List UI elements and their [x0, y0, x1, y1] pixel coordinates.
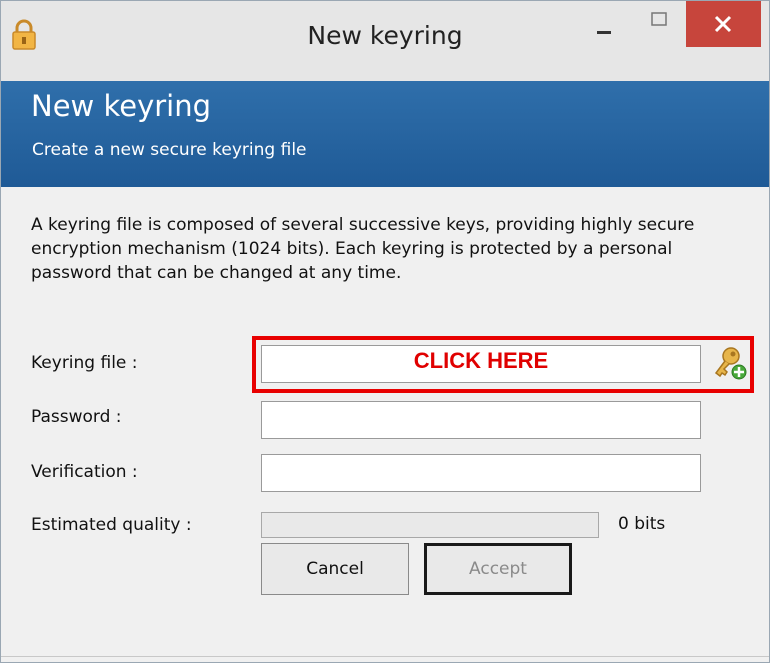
banner-subtitle: Create a new secure keyring file: [32, 140, 307, 160]
close-button[interactable]: [686, 1, 761, 47]
estimated-quality-label: Estimated quality :: [31, 515, 192, 535]
password-label: Password :: [31, 407, 122, 427]
verification-input[interactable]: [261, 454, 701, 492]
minimize-button[interactable]: [585, 7, 625, 43]
verification-label: Verification :: [31, 462, 138, 482]
maximize-button[interactable]: [641, 7, 677, 43]
accept-button[interactable]: Accept: [424, 543, 572, 595]
click-here-highlight: [252, 336, 754, 393]
title-bar[interactable]: New keyring: [1, 1, 769, 81]
description-text: A keyring file is composed of several su…: [31, 215, 695, 283]
password-input[interactable]: [261, 401, 701, 439]
quality-bits-value: 0 bits: [618, 514, 666, 534]
banner-title: New keyring: [31, 89, 212, 123]
quality-progress-bar: [261, 512, 599, 538]
bottom-divider: [1, 656, 769, 657]
keyring-file-label: Keyring file :: [31, 353, 138, 373]
cancel-button[interactable]: Cancel: [261, 543, 409, 595]
new-keyring-dialog: New keyring New keyring Create a new sec…: [0, 0, 770, 663]
